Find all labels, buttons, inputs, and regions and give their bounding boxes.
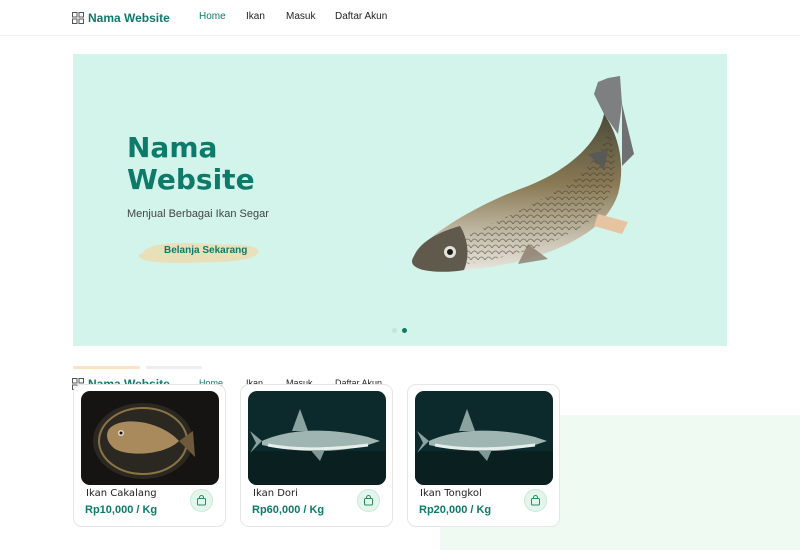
product-image bbox=[248, 391, 386, 485]
brand-name: Nama Website bbox=[88, 11, 170, 25]
carousel-dot-1[interactable] bbox=[392, 328, 397, 333]
product-price: Rp10,000 / Kg bbox=[85, 504, 158, 516]
hero-carousel: Nama Website Menjual Berbagai Ikan Segar… bbox=[73, 54, 727, 346]
nav-link-masuk[interactable]: Masuk bbox=[286, 11, 315, 22]
nav-link-ikan[interactable]: Ikan bbox=[246, 11, 265, 22]
nav-link-home[interactable]: Home bbox=[199, 11, 226, 22]
hero-subtitle: Menjual Berbagai Ikan Segar bbox=[127, 208, 269, 220]
product-image bbox=[415, 391, 553, 485]
product-price: Rp20,000 / Kg bbox=[419, 504, 492, 516]
carousel-dot-2[interactable] bbox=[402, 328, 407, 333]
product-image bbox=[81, 391, 219, 485]
product-name: Ikan Cakalang bbox=[86, 488, 157, 499]
shopping-bag-icon bbox=[197, 495, 206, 506]
grid-icon bbox=[72, 12, 84, 24]
brand-logo[interactable]: Nama Website bbox=[72, 11, 170, 25]
product-name: Ikan Tongkol bbox=[420, 488, 482, 499]
shop-now-button[interactable]: Belanja Sekarang bbox=[137, 240, 263, 263]
product-name: Ikan Dori bbox=[253, 488, 298, 499]
shopping-bag-icon bbox=[531, 495, 540, 506]
hero-title: Nama Website bbox=[127, 131, 255, 196]
top-navbar: Nama Website Home Ikan Masuk Daftar Akun bbox=[0, 0, 800, 36]
product-card[interactable]: Ikan Dori Rp60,000 / Kg bbox=[240, 384, 393, 527]
nav-link-daftar-akun[interactable]: Daftar Akun bbox=[335, 11, 387, 22]
fish-illustration bbox=[412, 76, 634, 272]
add-to-cart-button[interactable] bbox=[524, 489, 547, 512]
shopping-bag-icon bbox=[364, 495, 373, 506]
product-card[interactable]: Ikan Tongkol Rp20,000 / Kg bbox=[407, 384, 560, 527]
tab-indicator-inactive[interactable] bbox=[146, 366, 202, 369]
carousel-indicators bbox=[392, 328, 407, 333]
shop-now-label: Belanja Sekarang bbox=[164, 245, 248, 256]
product-card[interactable]: Ikan Cakalang Rp10,000 / Kg bbox=[73, 384, 226, 527]
product-price: Rp60,000 / Kg bbox=[252, 504, 325, 516]
add-to-cart-button[interactable] bbox=[357, 489, 380, 512]
tab-indicator-active[interactable] bbox=[73, 366, 140, 369]
add-to-cart-button[interactable] bbox=[190, 489, 213, 512]
